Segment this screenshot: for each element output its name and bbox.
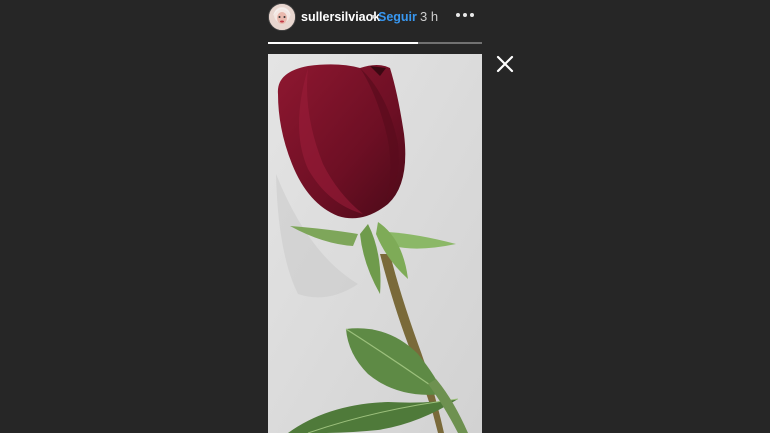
follow-button[interactable]: Seguir (378, 10, 417, 24)
story-image[interactable] (268, 54, 482, 433)
avatar-image (269, 4, 295, 30)
story-header: sullersilviaok • Seguir 3 h (268, 0, 482, 38)
more-options-icon[interactable] (453, 4, 477, 24)
separator-dot: • (371, 9, 376, 24)
timestamp: 3 h (420, 9, 439, 24)
avatar[interactable] (268, 3, 296, 31)
story-progress-fill (268, 42, 418, 44)
close-icon[interactable] (494, 53, 516, 75)
username-link[interactable]: sullersilviaok (301, 10, 380, 24)
story-progress-bar (268, 42, 482, 44)
rose-photo (268, 54, 482, 433)
